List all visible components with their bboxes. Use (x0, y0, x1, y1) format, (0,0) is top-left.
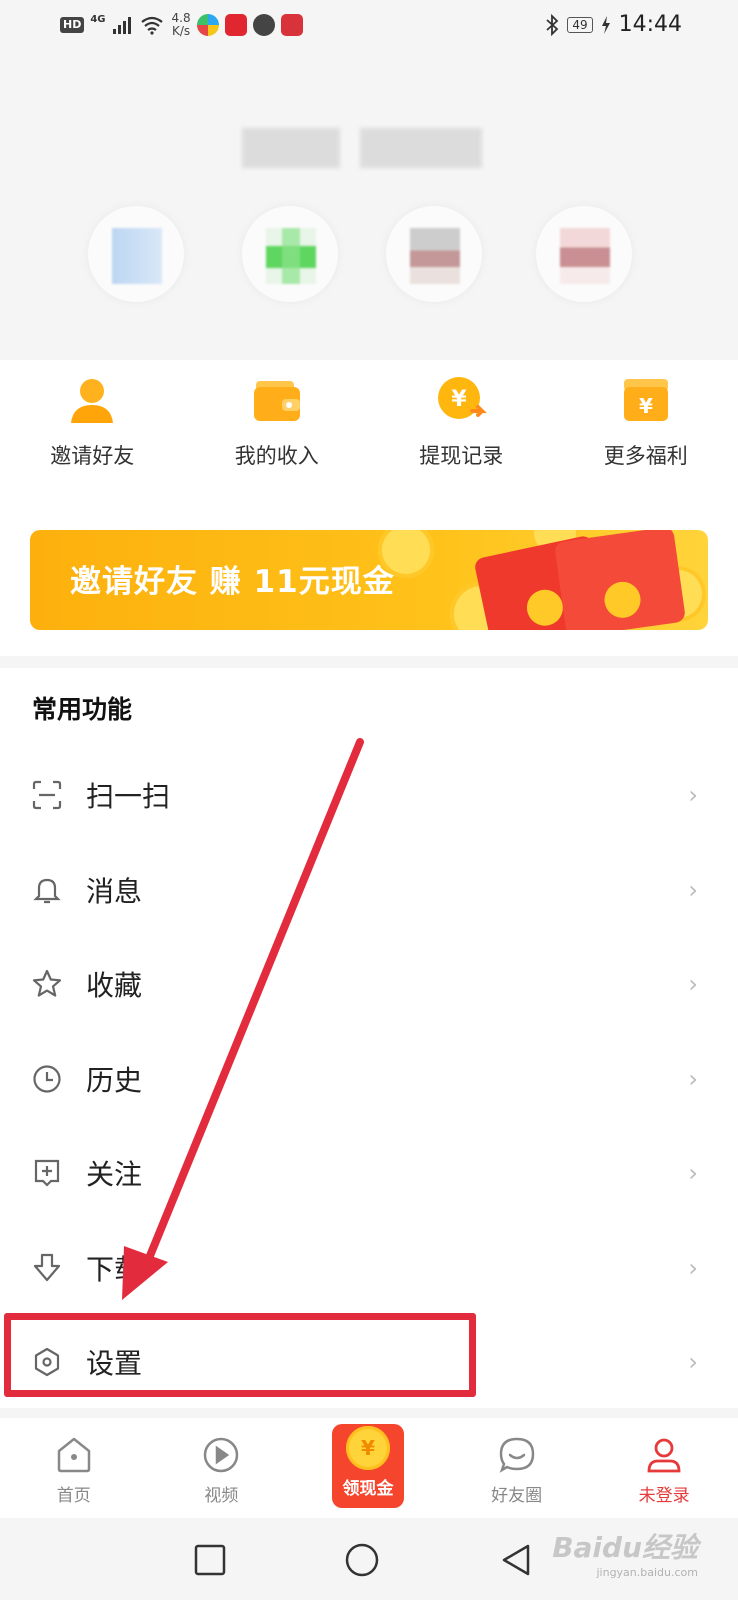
chevron-right-icon: › (688, 1348, 698, 1377)
chevron-right-icon: › (688, 1159, 698, 1188)
reader-notification-icon (280, 14, 303, 36)
tab-home[interactable]: 首页 (0, 1418, 148, 1518)
yuan-coin-icon: ¥ (346, 1426, 390, 1470)
section-title: 常用功能 (32, 695, 133, 724)
system-navigation-bar: Baidu经验 jingyan.baidu.com (0, 1518, 738, 1600)
charging-icon (601, 15, 610, 34)
person-icon (64, 372, 120, 428)
withdraw-records-button[interactable]: ¥ 提现记录 (369, 372, 554, 492)
home-icon (54, 1435, 94, 1475)
tab-friends-circle[interactable]: 好友圈 (443, 1418, 591, 1518)
pinduoduo-notification-icon (224, 14, 247, 36)
app-notification-icon (196, 14, 219, 36)
battery-indicator: 49 (567, 16, 593, 33)
clock: 14:44 (618, 12, 682, 37)
play-icon (201, 1435, 241, 1475)
menu-item-download[interactable]: 下载 › (0, 1221, 738, 1316)
tab-video[interactable]: 视频 (148, 1418, 296, 1518)
menu-item-history[interactable]: 历史 › (0, 1032, 738, 1127)
blurred-username-part (360, 128, 482, 168)
watermark-url: jingyan.baidu.com (596, 1566, 698, 1579)
svg-text:¥: ¥ (452, 387, 468, 412)
profile-stat-4[interactable] (536, 206, 632, 302)
network-type: 4G (90, 13, 106, 25)
chevron-right-icon: › (688, 970, 698, 999)
bluetooth-icon (546, 13, 559, 36)
tab-profile[interactable]: 未登录 (590, 1418, 738, 1518)
network-speed: 4.8 K/s (171, 11, 191, 38)
red-envelope-icon (553, 530, 687, 630)
menu-item-follow[interactable]: 关注 › (0, 1126, 738, 1221)
wallet-icon (249, 372, 305, 428)
profile-header (0, 56, 738, 360)
home-button[interactable] (342, 1540, 382, 1580)
common-functions-list: 扫一扫 › 消息 › 收藏 › 历史 › 关注 › 下载 › 设置 › (0, 748, 738, 1410)
browser-notification-icon (252, 14, 275, 36)
chevron-right-icon: › (688, 1064, 698, 1093)
section-divider (0, 1408, 738, 1418)
menu-item-settings[interactable]: 设置 › (0, 1315, 738, 1410)
settings-hexagon-icon (30, 1345, 64, 1379)
user-icon (644, 1435, 684, 1475)
chevron-right-icon: › (688, 875, 698, 904)
svg-text:¥: ¥ (639, 394, 653, 418)
watermark: Baidu经验 (552, 1531, 698, 1564)
my-income-button[interactable]: 我的收入 (185, 372, 370, 492)
tab-get-cash[interactable]: ¥ 领现金 (332, 1424, 404, 1508)
menu-item-scan[interactable]: 扫一扫 › (0, 748, 738, 843)
section-divider (0, 656, 738, 668)
more-benefits-button[interactable]: ¥ 更多福利 (554, 372, 738, 492)
clock-icon (30, 1062, 64, 1096)
chevron-right-icon: › (688, 781, 698, 810)
star-icon (30, 967, 64, 1001)
menu-item-messages[interactable]: 消息 › (0, 843, 738, 938)
profile-stat-3[interactable] (386, 206, 482, 302)
profile-stat-1[interactable] (88, 206, 184, 302)
menu-item-favorites[interactable]: 收藏 › (0, 937, 738, 1032)
follow-plus-icon (30, 1156, 64, 1190)
back-button[interactable] (496, 1540, 536, 1580)
gift-box-icon: ¥ (618, 372, 674, 428)
scan-icon (30, 778, 64, 812)
chevron-right-icon: › (688, 1253, 698, 1282)
invite-friends-banner[interactable]: 邀请好友 赚 11元现金 (30, 530, 708, 630)
hd-indicator: HD (60, 17, 85, 33)
wifi-icon (140, 16, 163, 35)
invite-friends-button[interactable]: 邀请好友 (0, 372, 185, 492)
bell-icon (30, 873, 64, 907)
banner-text: 邀请好友 赚 11元现金 (70, 564, 395, 600)
profile-stat-2[interactable] (242, 206, 338, 302)
download-icon (30, 1251, 64, 1285)
quick-actions: 邀请好友 我的收入 ¥ 提现记录 ¥ 更多福利 (0, 372, 738, 492)
blurred-username (242, 128, 340, 168)
signal-icon (112, 17, 131, 34)
recent-apps-button[interactable] (190, 1540, 230, 1580)
yuan-coin-icon: ¥ (433, 372, 489, 428)
status-bar: HD 4G 4.8 K/s 49 14:44 (0, 0, 738, 56)
chat-bubble-icon (497, 1435, 537, 1475)
